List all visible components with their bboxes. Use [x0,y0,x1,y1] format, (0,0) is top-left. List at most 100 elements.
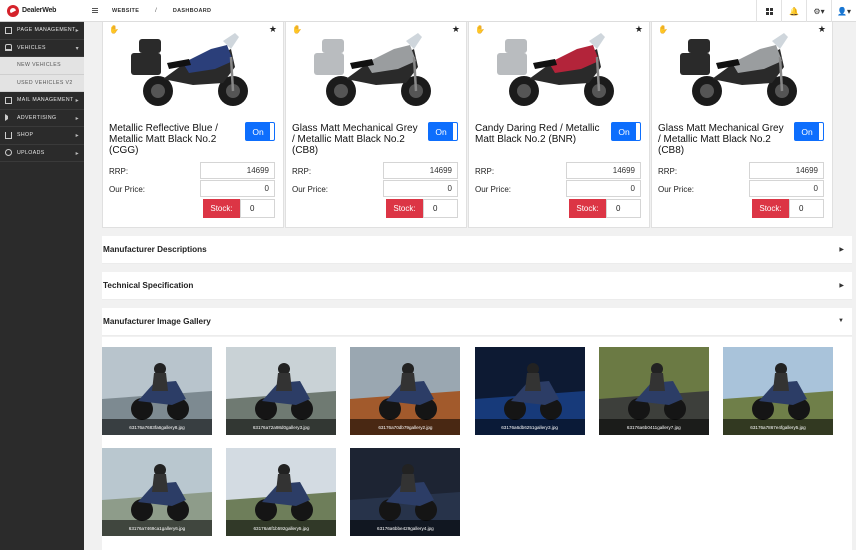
gallery-caption: 63176a70db79gallery2.jpg [350,419,461,435]
logo[interactable]: DealerWeb [0,0,84,22]
sidebar-item-used-vehicles-v2[interactable]: USED VEHICLES V2 [0,74,84,92]
colour-title: Glass Matt Mechanical Grey / Metallic Ma… [658,123,784,156]
sidebar-item-page-management[interactable]: PAGE MANAGEMENT ▸ [0,22,84,40]
photo-rider-body [276,474,293,492]
star-icon[interactable]: ★ [635,24,643,35]
mail-icon [5,96,12,104]
sidebar-item-shop[interactable]: SHOP ▸ [0,127,84,145]
section-technical-specification[interactable]: Technical Specification ▶ [102,272,852,300]
section-manufacturer-image-gallery[interactable]: Manufacturer Image Gallery ▼ [102,308,852,336]
apps-grid-button[interactable] [756,0,781,22]
chevron-right-icon: ▸ [75,150,79,157]
on-off-toggle[interactable]: On [245,122,275,141]
chevron-right-icon: ▶ [839,247,844,253]
rrp-input[interactable]: 14699 [749,162,824,179]
sidebar-item-label: VEHICLES [17,44,46,51]
top-box [139,39,161,53]
logo-text: DealerWeb [22,7,57,14]
image-gallery: 63176a7683fa6gallery8.jpg 63176a72a98d0ga… [102,337,852,550]
breadcrumb-website[interactable]: WEBSITE [112,8,139,14]
rrp-input[interactable]: 14699 [200,162,275,179]
rear-hub [700,84,714,98]
star-icon[interactable]: ★ [269,24,277,35]
user-menu-button[interactable]: 👤▾ [831,0,856,22]
sidebar-item-new-vehicles[interactable]: NEW VEHICLES [0,57,84,75]
sidebar-item-label: MAIL MANAGEMENT [17,97,74,104]
on-off-toggle[interactable]: On [428,122,458,141]
sidebar-item-label: ADVERTISING [17,114,57,121]
gallery-thumbnail[interactable]: 63176a6f1b592gallery5.jpg [226,448,337,536]
chevron-right-icon: ▶ [839,283,844,289]
gallery-caption: 63176a6f1b592gallery5.jpg [226,520,337,536]
drag-handle-icon[interactable]: ✋ [475,25,485,34]
gallery-thumbnail[interactable]: 63176a6b0411gallery7.jpg [598,347,709,435]
pannier [497,53,527,75]
gallery-thumbnail[interactable]: 63176a7469ca1gallery6.jpg [102,448,212,536]
colour-title: Candy Daring Red / Metallic Matt Black N… [475,123,600,145]
sidebar-item-uploads[interactable]: UPLOADS ▸ [0,145,84,162]
rrp-label: RRP: [109,167,129,176]
colour-title: Metallic Reflective Blue / Metallic Matt… [109,123,218,156]
our-price-label: Our Price: [475,185,512,194]
stock-button[interactable]: Stock: [752,199,789,218]
sidebar-item-label: USED VEHICLES V2 [17,79,73,86]
colour-card: ✋ ★ Metallic Reflective Blue / Metallic … [102,22,284,228]
colour-card: ✋ ★ Glass Matt Mechanical Grey / Metalli… [651,22,833,228]
stock-input[interactable]: 0 [789,199,824,218]
breadcrumb-dashboard[interactable]: DASHBOARD [173,8,211,14]
pannier [680,53,710,75]
gallery-thumbnail[interactable]: 63176a7867e4fgallery5.jpg [723,347,833,435]
top-box [505,39,527,53]
stock-input[interactable]: 0 [423,199,458,218]
gallery-thumbnail[interactable]: 63176a6db6251gallery3.jpg [474,347,585,435]
settings-button[interactable]: ⚙▾ [806,0,831,22]
gallery-thumbnail[interactable]: 63176a6bbe429gallery4.jpg [350,448,461,536]
photo-rider-body [524,373,541,391]
on-off-toggle[interactable]: On [611,122,641,141]
chevron-down-icon: ▾ [75,45,79,52]
gallery-thumbnail[interactable]: 63176a7683fa6gallery8.jpg [102,347,212,435]
gallery-caption: 63176a6b0411gallery7.jpg [598,419,709,435]
our-price-input[interactable]: 0 [566,180,641,197]
stock-button[interactable]: Stock: [386,199,423,218]
our-price-input[interactable]: 0 [200,180,275,197]
sidebar-item-advertising[interactable]: ADVERTISING ▸ [0,110,84,127]
stock-button[interactable]: Stock: [203,199,240,218]
rrp-input[interactable]: 14699 [566,162,641,179]
on-off-toggle[interactable]: On [794,122,824,141]
stock-input[interactable]: 0 [240,199,275,218]
colour-card: ✋ ★ Candy Daring Red / Metallic Matt Bla… [468,22,650,228]
stock-button[interactable]: Stock: [569,199,606,218]
drag-handle-icon[interactable]: ✋ [109,25,119,34]
rear-hub [151,84,165,98]
sidebar-item-vehicles[interactable]: VEHICLES ▾ [0,40,84,57]
sidebar-item-mail-management[interactable]: MAIL MANAGEMENT ▸ [0,92,84,110]
section-title: Manufacturer Image Gallery [103,317,211,326]
our-price-input[interactable]: 0 [383,180,458,197]
section-title: Manufacturer Descriptions [103,245,207,254]
photo-rider-body [400,474,417,492]
gallery-caption: 63176a72a98d0gallery3.jpg [226,419,337,435]
rear-hub [517,84,531,98]
logo-mark-icon [7,4,19,17]
drag-handle-icon[interactable]: ✋ [292,25,302,34]
our-price-label: Our Price: [109,185,146,194]
drag-handle-icon[interactable]: ✋ [658,25,668,34]
top-box [688,39,710,53]
stock-input[interactable]: 0 [606,199,641,218]
sidebar: DealerWeb PAGE MANAGEMENT ▸ VEHICLES ▾ N… [0,0,84,550]
gallery-thumbnail[interactable]: 63176a72a98d0gallery3.jpg [226,347,337,435]
hamburger-icon[interactable] [92,8,98,13]
notifications-button[interactable]: 🔔 [781,0,806,22]
top-box [322,39,344,53]
rrp-input[interactable]: 14699 [383,162,458,179]
sidebar-item-label: UPLOADS [17,149,45,156]
section-manufacturer-descriptions[interactable]: Manufacturer Descriptions ▶ [102,236,852,264]
star-icon[interactable]: ★ [452,24,460,35]
gallery-caption: 63176a6db6251gallery3.jpg [474,419,585,435]
gallery-thumbnail[interactable]: 63176a70db79gallery2.jpg [350,347,461,435]
star-icon[interactable]: ★ [818,24,826,35]
chevron-down-icon: ▼ [838,318,844,324]
photo-rider-body [152,474,168,492]
our-price-input[interactable]: 0 [749,180,824,197]
